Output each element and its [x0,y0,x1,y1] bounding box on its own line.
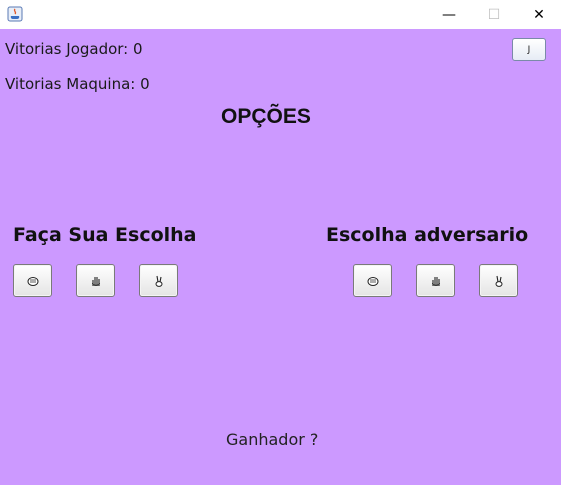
maximize-button[interactable]: ☐ [471,0,517,29]
winner-label: Ganhador ? [226,430,319,449]
opponent-scissors-button[interactable] [479,264,518,297]
reset-button[interactable]: J [512,38,546,61]
window-titlebar: — ☐ ✕ [0,0,563,29]
player-paper-button[interactable] [76,264,115,297]
rock-icon [27,276,38,286]
player-wins-label: Vitorias Jogador: 0 [5,40,143,58]
opponent-paper-button[interactable] [416,264,455,297]
rock-icon [367,276,378,286]
player-choice-title: Faça Sua Escolha [13,224,197,246]
game-panel [0,29,563,487]
player-rock-button[interactable] [13,264,52,297]
java-app-icon [7,6,23,22]
scissors-icon [495,275,502,287]
opponent-choice-title: Escolha adversario [326,224,529,246]
minimize-button[interactable]: — [426,0,472,29]
scissors-icon [155,275,162,287]
machine-wins-label: Vitorias Maquina: 0 [5,75,150,93]
options-title: OPÇÕES [221,105,311,128]
opponent-rock-button[interactable] [353,264,392,297]
close-button[interactable]: ✕ [516,0,562,29]
player-scissors-button[interactable] [139,264,178,297]
paper-icon [431,276,440,286]
paper-icon [91,276,100,286]
